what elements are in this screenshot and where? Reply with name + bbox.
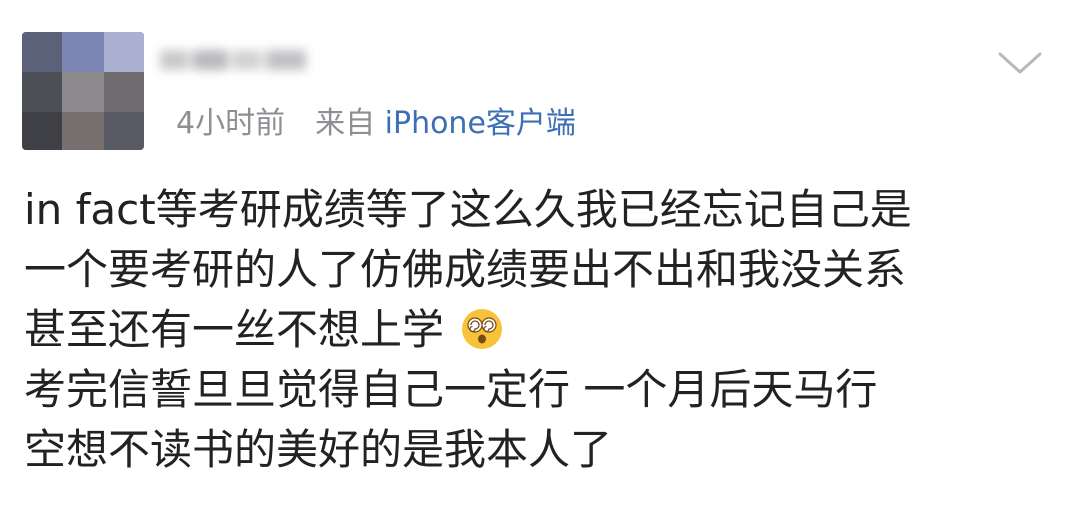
avatar-mosaic-tile bbox=[62, 112, 104, 150]
post-time: 4小时前 bbox=[176, 106, 286, 141]
username-blur-block bbox=[232, 50, 262, 70]
source-prefix: 来自 bbox=[315, 106, 376, 141]
username-blurred[interactable] bbox=[160, 40, 310, 80]
post-line: 考完信誓旦旦觉得自己一定行 一个月后天马行 bbox=[24, 365, 878, 414]
avatar-mosaic-tile bbox=[104, 112, 144, 150]
username-blur-block bbox=[160, 50, 188, 70]
username-blur-block bbox=[192, 50, 228, 70]
avatar-mosaic-tile bbox=[104, 72, 144, 112]
post-line: 空想不读书的美好的是我本人了 bbox=[24, 425, 613, 474]
post-line: 一个要考研的人了仿佛成绩要出不出和我没关系 bbox=[24, 245, 907, 294]
post-meta: 4小时前 来自 iPhone客户端 bbox=[176, 104, 576, 144]
avatar-mosaic-tile bbox=[104, 32, 144, 72]
post-body: in fact等考研成绩等了这么久我已经忘记自己是 一个要考研的人了仿佛成绩要出… bbox=[24, 180, 1054, 480]
post-line-with-emoji: 甚至还有一丝不想上学 bbox=[24, 300, 1054, 360]
post-line-text: 甚至还有一丝不想上学 bbox=[24, 305, 445, 354]
username-blur-block bbox=[266, 50, 306, 70]
post-line: in fact等考研成绩等了这么久我已经忘记自己是 bbox=[24, 185, 912, 234]
chevron-down-icon[interactable] bbox=[996, 48, 1044, 78]
avatar[interactable] bbox=[22, 32, 144, 150]
avatar-mosaic-tile bbox=[22, 112, 62, 150]
dizzy-face-icon bbox=[462, 309, 503, 349]
avatar-mosaic-tile bbox=[22, 32, 62, 72]
avatar-mosaic-tile bbox=[62, 32, 104, 72]
avatar-mosaic-tile bbox=[22, 72, 62, 112]
avatar-mosaic-tile bbox=[62, 72, 104, 112]
source-link[interactable]: iPhone客户端 bbox=[385, 106, 576, 141]
